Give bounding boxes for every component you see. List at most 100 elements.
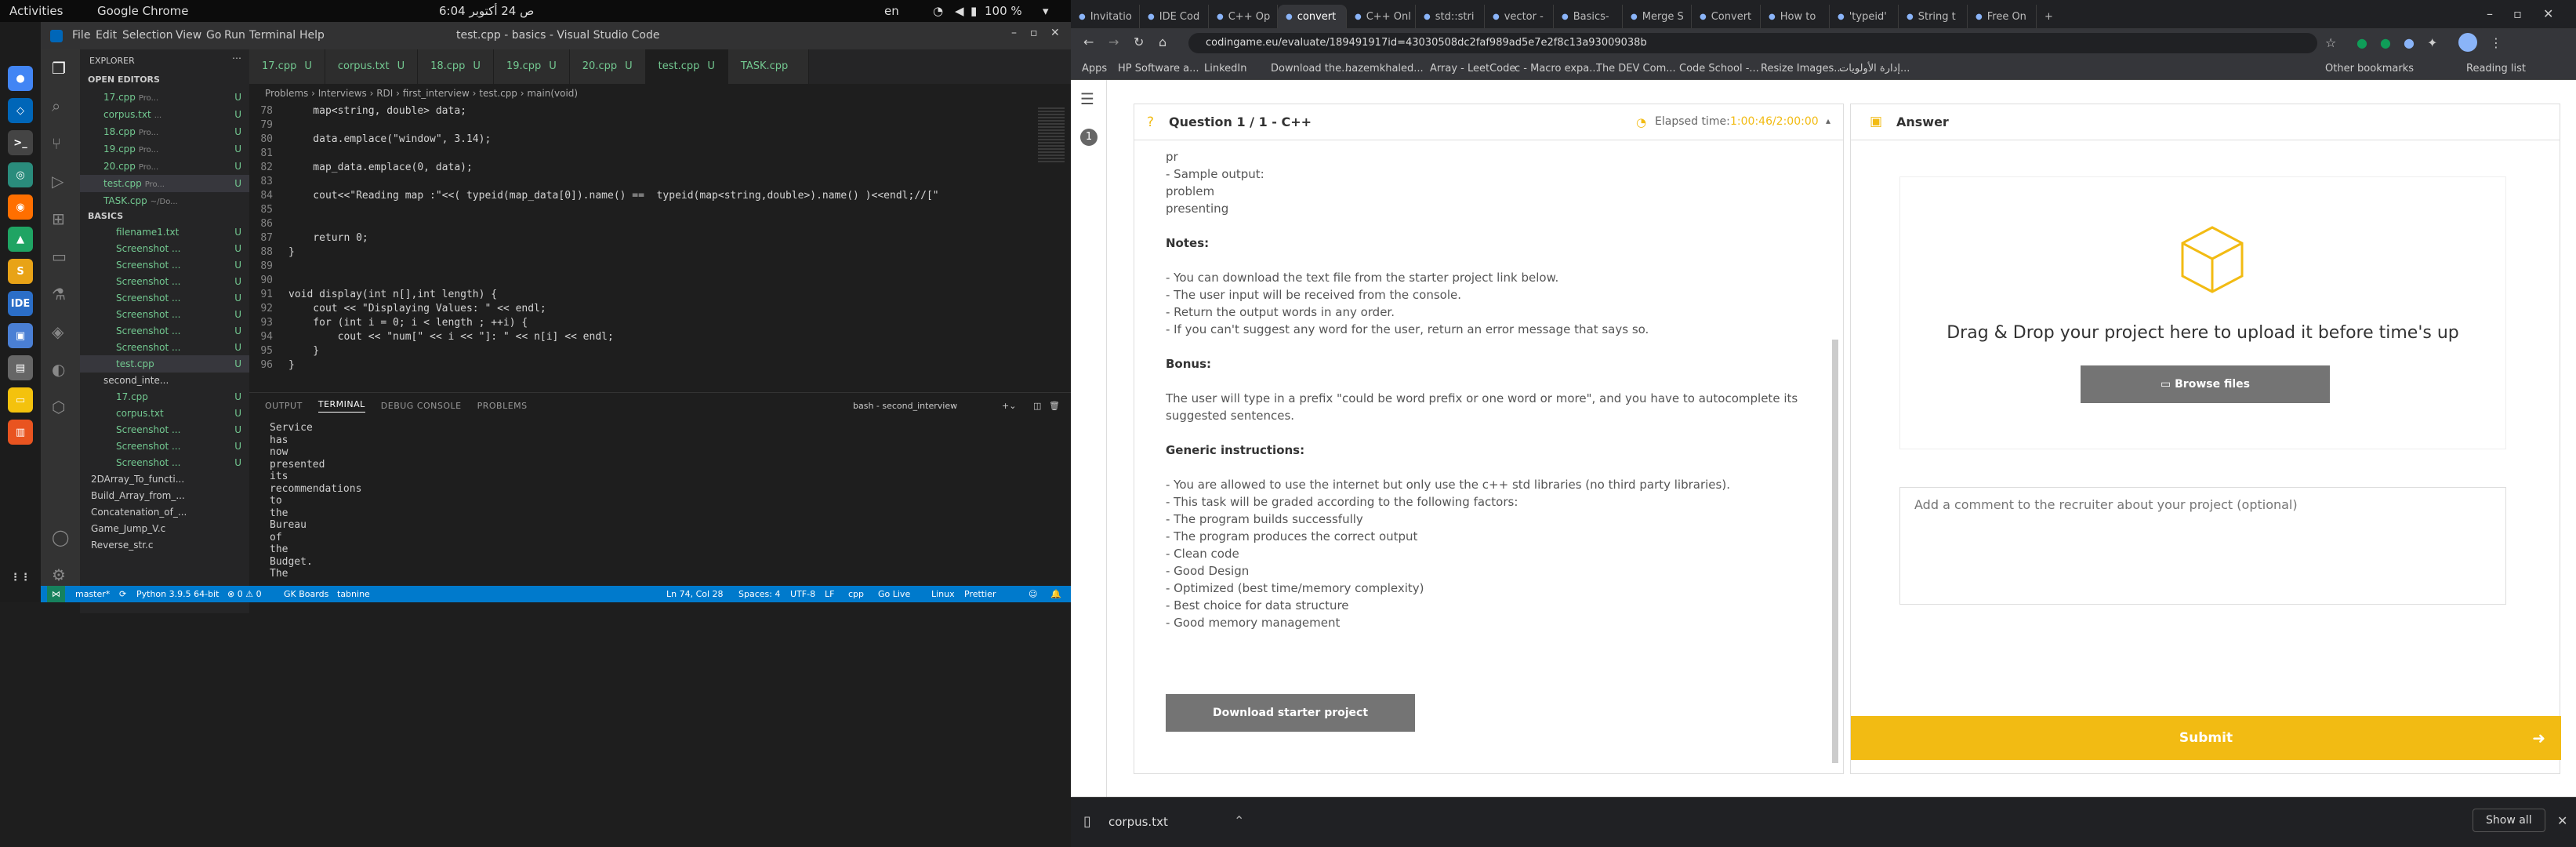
panel-tab-problems[interactable]: PROBLEMS xyxy=(477,401,528,411)
chrome-maximize-icon[interactable]: ▫ xyxy=(2513,6,2522,21)
cursor-position[interactable]: Ln 74, Col 28 xyxy=(666,586,724,602)
browser-tab[interactable]: ● String t xyxy=(1899,5,1968,28)
run-debug-icon[interactable]: ▷ xyxy=(52,172,63,191)
browse-files-button[interactable]: ▭ Browse files xyxy=(2081,365,2330,403)
account-icon[interactable]: ◯ xyxy=(52,528,69,547)
browser-tab[interactable]: ● Basics- xyxy=(1554,5,1623,28)
question-scrollbar[interactable] xyxy=(1832,340,1838,763)
download-starter-button[interactable]: Download starter project xyxy=(1166,694,1415,732)
workspace-tree-item[interactable]: Screenshot ... U xyxy=(80,306,249,323)
submit-button[interactable]: Submit ➜ xyxy=(1851,716,2561,760)
new-terminal-icon[interactable]: +⌄ xyxy=(1002,401,1016,411)
indentation[interactable]: Spaces: 4 xyxy=(738,586,780,602)
recruiter-comment-input[interactable] xyxy=(1899,487,2506,605)
open-editor-item[interactable]: 17.cpp Pro... U xyxy=(80,89,249,106)
github-icon[interactable]: ◐ xyxy=(52,360,65,379)
open-editor-item[interactable]: corpus.txt... U xyxy=(80,106,249,123)
open-editor-item[interactable]: TASK.cpp ~/Do... xyxy=(80,192,249,209)
notifications-icon[interactable]: 🔔 xyxy=(1050,586,1061,602)
open-editor-item[interactable]: test.cpp Pro... U xyxy=(80,175,249,192)
extension-2-icon[interactable]: ● xyxy=(2380,35,2391,50)
bookmark-item[interactable]: hazemkhaled... xyxy=(1345,58,1424,80)
browser-tab[interactable]: ● How to xyxy=(1761,5,1830,28)
extensions-icon[interactable]: ⊞ xyxy=(52,209,65,228)
terminal-selector[interactable]: bash - second_interview xyxy=(853,401,957,411)
drive-icon[interactable]: ▲ xyxy=(8,227,33,252)
split-terminal-icon[interactable]: ◫ xyxy=(1033,401,1041,411)
screenshot-icon[interactable]: ▤ xyxy=(8,355,33,380)
browser-tab[interactable]: ● IDE Cod xyxy=(1140,5,1209,28)
explorer-icon[interactable]: ❐ xyxy=(52,59,66,78)
maximize-icon[interactable]: ▫ xyxy=(1030,27,1038,39)
bookmark-item[interactable]: إدارة الأولويات... xyxy=(1839,58,1910,80)
activities-button[interactable]: Activities xyxy=(9,4,63,18)
code-editor[interactable]: 78 map<string, double> data; 79 80 data.em… xyxy=(249,103,1033,377)
download-file-name[interactable]: corpus.txt xyxy=(1108,815,1168,829)
browser-tab[interactable]: ● Invitatio xyxy=(1071,5,1140,28)
minimize-icon[interactable]: – xyxy=(1011,27,1017,39)
clock[interactable]: 6:04 ص 24 أكتوبر xyxy=(439,4,534,18)
ide-icon[interactable]: IDE xyxy=(8,291,33,316)
editor-tab[interactable]: 20.cpp U xyxy=(569,49,646,84)
chrome-close-icon[interactable]: ✕ xyxy=(2543,6,2553,21)
encoding[interactable]: UTF-8 xyxy=(790,586,815,602)
app-menu[interactable]: Google Chrome xyxy=(97,4,189,18)
bookmark-item[interactable]: Array - LeetCode xyxy=(1430,58,1515,80)
browser-tab[interactable]: ● 'typeid' xyxy=(1830,5,1899,28)
bookmark-item[interactable]: HP Software a... xyxy=(1118,58,1199,80)
terminal-output[interactable]: Service has now presented its recommendations… xyxy=(249,420,1071,599)
python-version[interactable]: Python 3.9.5 64-bit xyxy=(136,586,219,602)
git-branch[interactable]: master* xyxy=(75,586,110,602)
remote-icon[interactable]: ⋈ xyxy=(47,586,65,602)
workspace-tree-item[interactable]: filename1.txt U xyxy=(80,224,249,241)
editor-tab[interactable]: test.cpp U xyxy=(645,49,728,84)
open-editor-item[interactable]: 19.cpp Pro... U xyxy=(80,140,249,158)
workspace-tree-item[interactable]: Screenshot ... U xyxy=(80,240,249,257)
docker-icon[interactable]: ◈ xyxy=(52,322,63,341)
gitlens-icon[interactable]: ⬡ xyxy=(52,398,65,416)
system-menu-icon[interactable]: ▾ xyxy=(1043,4,1049,18)
tabnine-status[interactable]: tabnine xyxy=(337,586,370,602)
editor-tab[interactable]: 19.cpp U xyxy=(493,49,570,84)
bookmark-item[interactable]: Resize Images... xyxy=(1761,58,1844,80)
workspace-tree-item[interactable]: Reverse_str.c xyxy=(80,536,249,554)
workspace-tree-item[interactable]: 2DArray_To_functi... xyxy=(80,471,249,488)
back-icon[interactable]: ← xyxy=(1083,35,1094,49)
workspace-tree-item[interactable]: Screenshot ... U xyxy=(80,438,249,455)
chrome-menu-icon[interactable]: ⋮ xyxy=(2490,35,2502,50)
workspace-tree-item[interactable]: Screenshot ... U xyxy=(80,421,249,438)
workspace-tree-item[interactable]: Concatenation_of_... xyxy=(80,503,249,521)
workspace-tree-item[interactable]: Screenshot ... U xyxy=(80,289,249,307)
workspace-tree-item[interactable]: Screenshot ... U xyxy=(80,339,249,356)
menu-file[interactable]: File xyxy=(72,29,90,42)
chrome-minimize-icon[interactable]: – xyxy=(2487,6,2493,21)
panel-tab-terminal[interactable]: TERMINAL xyxy=(317,399,365,413)
browser-tab[interactable]: ● Merge S xyxy=(1623,5,1692,28)
problems-count[interactable]: ⊗ 0 ⚠ 0 xyxy=(227,586,262,602)
bookmark-item[interactable]: Reading list xyxy=(2466,58,2526,80)
end-of-line[interactable]: LF xyxy=(825,586,834,602)
browser-tab[interactable]: ● C++ Onl xyxy=(1347,5,1416,28)
bookmark-star-icon[interactable]: ☆ xyxy=(2325,35,2336,50)
menu-view[interactable]: View xyxy=(176,29,201,42)
home-icon[interactable]: ⌂ xyxy=(1159,35,1166,49)
app-grid-icon[interactable]: ⋮⋮ xyxy=(8,565,33,590)
language-mode[interactable]: cpp xyxy=(848,586,864,602)
workspace-header[interactable]: BASICS xyxy=(80,208,249,225)
reload-icon[interactable]: ↻ xyxy=(1134,35,1144,49)
search-icon[interactable]: ⌕ xyxy=(52,96,60,115)
profile-avatar[interactable] xyxy=(2458,33,2477,52)
editor-tab[interactable]: 17.cpp U xyxy=(249,49,325,84)
browser-tab[interactable]: ● Free On xyxy=(1968,5,2037,28)
workspace-tree-item[interactable]: Build_Array_from_... xyxy=(80,487,249,504)
sync-icon[interactable]: ⟳ xyxy=(119,586,126,602)
go-live[interactable]: Go Live xyxy=(878,586,910,602)
breadcrumb[interactable]: Problems › Interviews › RDI › first_inte… xyxy=(249,84,1071,103)
gk-boards[interactable]: GK Boards xyxy=(284,586,328,602)
panel-tab-output[interactable]: OUTPUT xyxy=(265,401,303,411)
workspace-tree-item[interactable]: Screenshot ... U xyxy=(80,322,249,340)
terminal-icon[interactable]: >_ xyxy=(8,130,33,155)
workspace-tree-item[interactable]: second_inte... xyxy=(80,372,249,389)
vscode-icon[interactable]: ◇ xyxy=(8,98,33,123)
kill-terminal-icon[interactable]: 🗑 xyxy=(1049,401,1060,411)
